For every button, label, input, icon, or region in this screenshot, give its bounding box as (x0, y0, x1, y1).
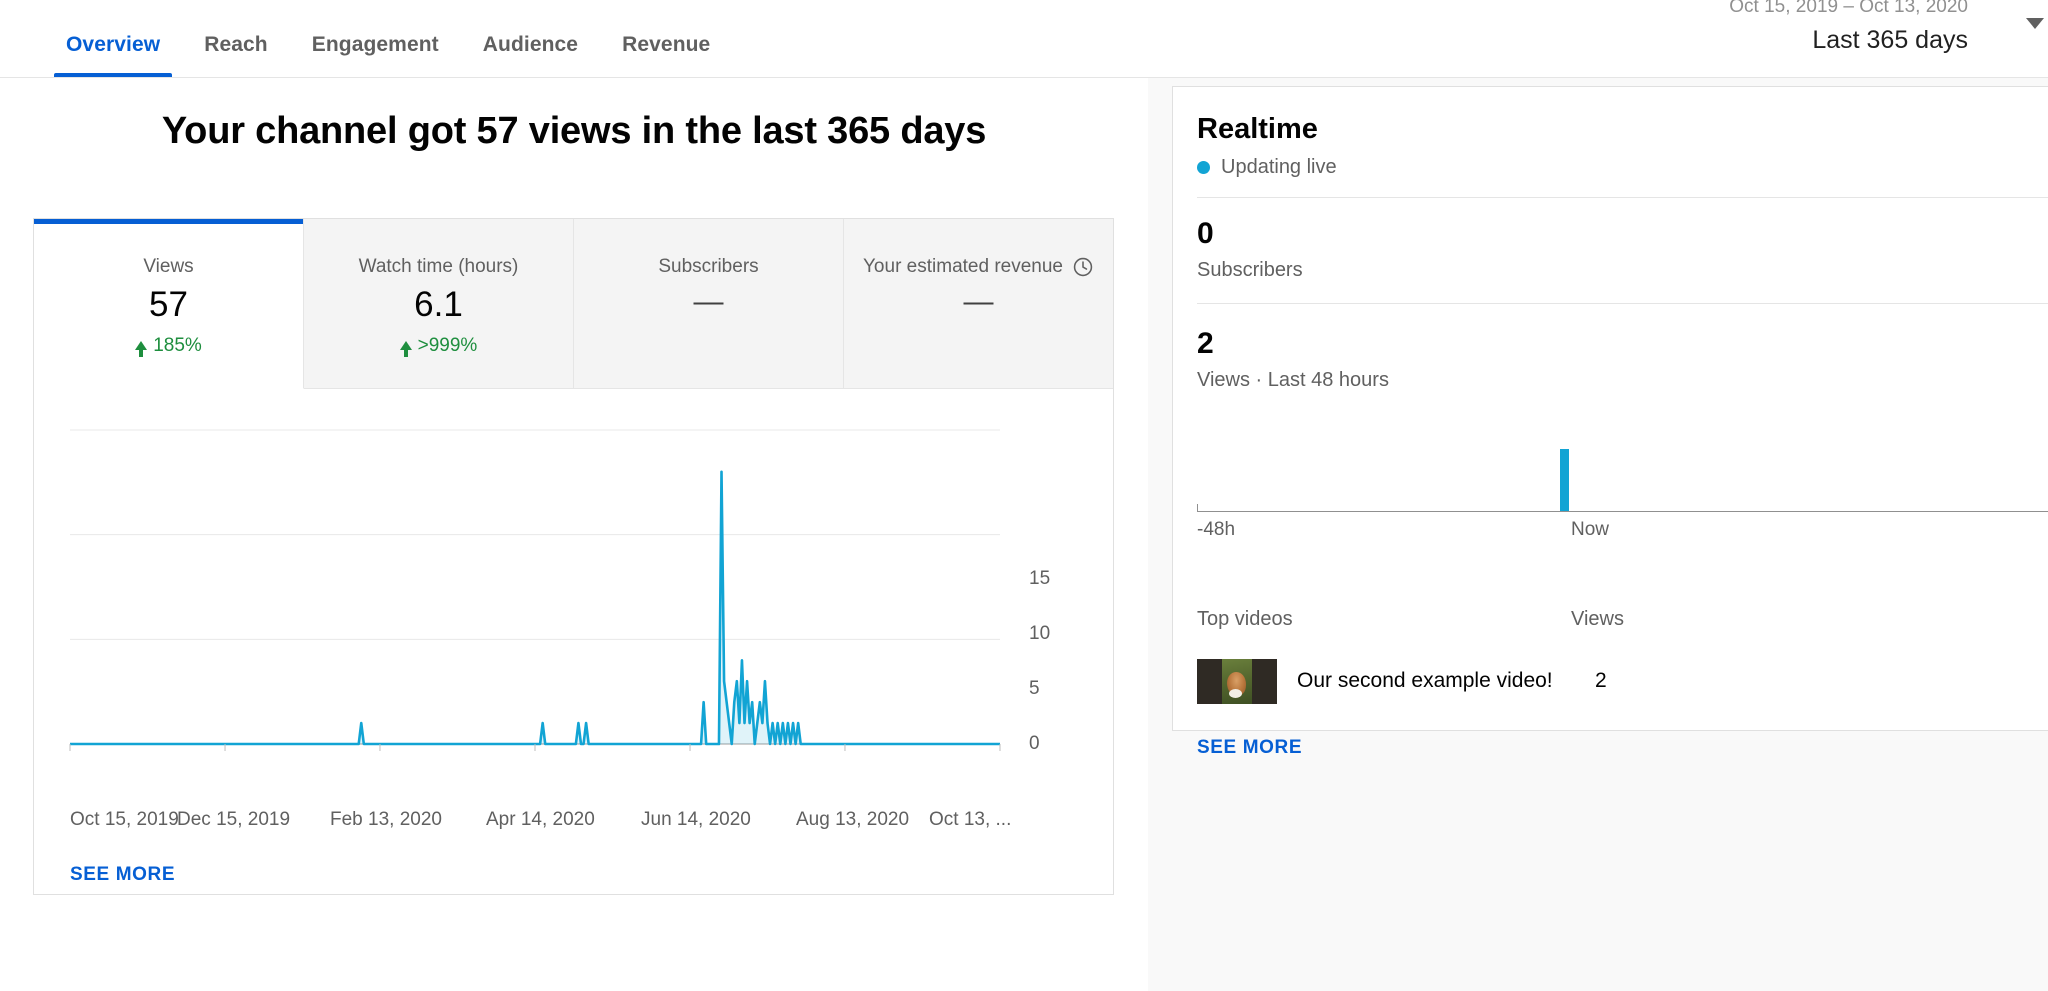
metric-subscribers-value: — (693, 285, 724, 318)
realtime-panel-background: Realtime Updating live 0 Subscribers 2 V… (1148, 78, 2048, 991)
tab-reach[interactable]: Reach (182, 33, 290, 77)
y-axis-label-5: 5 (1029, 678, 1040, 699)
realtime-subscribers-value: 0 (1197, 217, 1214, 250)
main-content: Your channel got 57 views in the last 36… (0, 78, 1148, 991)
metric-tab-views[interactable]: Views 57 185% (34, 219, 304, 389)
tab-reach-label: Reach (204, 33, 268, 56)
date-range-selector[interactable]: Oct 15, 2019 – Oct 13, 2020 Last 365 day… (1729, 0, 1968, 60)
sparkline-label-left: -48h (1197, 519, 1236, 540)
metric-subscribers-label: Subscribers (658, 256, 758, 278)
metric-watch-time-delta: >999% (399, 335, 478, 357)
metric-views-value: 57 (149, 285, 188, 324)
realtime-views-label: Views · Last 48 hours (1197, 369, 1389, 391)
realtime-live-status: Updating live (1197, 156, 1337, 179)
youtube-studio-analytics: Overview Reach Engagement Audience Reven… (0, 0, 2048, 991)
x-axis-label-1: Dec 15, 2019 (177, 809, 291, 830)
y-axis-label-10: 10 (1029, 623, 1051, 644)
chart-see-more-link[interactable]: SEE MORE (70, 864, 175, 886)
x-axis-label-0: Oct 15, 2019 (70, 809, 179, 830)
x-axis-label-5: Aug 13, 2020 (796, 809, 910, 830)
date-range-preset: Last 365 days (1812, 26, 1968, 54)
metric-watch-time-label-text: Watch time (hours) (358, 256, 519, 277)
realtime-subscribers-label: Subscribers (1197, 259, 1303, 281)
top-video-title: Our second example video! (1297, 669, 1553, 692)
tab-engagement-label: Engagement (311, 33, 439, 56)
top-video-views: 2 (1595, 669, 1607, 692)
divider (1197, 197, 2048, 198)
metric-tab-estimated-revenue[interactable]: Your estimated revenue — (844, 219, 1113, 389)
clock-icon (1072, 256, 1094, 278)
sparkline-bar (1560, 449, 1569, 511)
y-axis-label-0: 0 (1029, 733, 1040, 754)
overview-card: Views 57 185% Watch time (hours) 6.1 >99… (33, 218, 1114, 895)
realtime-sparkline-chart[interactable] (1197, 417, 2048, 512)
thumbnail-dog (1227, 671, 1246, 698)
tab-audience-label: Audience (482, 33, 579, 56)
header-right: Oct 15, 2019 – Oct 13, 2020 Last 365 day… (1148, 0, 2048, 78)
x-axis-label-4: Jun 14, 2020 (641, 809, 751, 830)
realtime-see-more-link[interactable]: SEE MORE (1197, 737, 1302, 759)
arrow-up-icon (399, 340, 412, 357)
metric-revenue-label-text: Your estimated revenue (863, 256, 1063, 277)
x-axis-label-2: Feb 13, 2020 (330, 809, 442, 830)
analytics-tab-bar: Overview Reach Engagement Audience Reven… (0, 0, 1148, 78)
metric-views-label-text: Views (143, 256, 194, 277)
realtime-views-value: 2 (1197, 327, 1214, 360)
top-video-list-item[interactable]: Our second example video! 2 (1197, 652, 2048, 710)
tab-revenue[interactable]: Revenue (600, 33, 732, 77)
arrow-up-icon (135, 340, 148, 357)
sparkline-tick (1197, 504, 1198, 512)
tab-revenue-label: Revenue (622, 33, 711, 56)
live-dot-icon (1197, 161, 1210, 174)
x-axis-label-3: Apr 14, 2020 (486, 809, 595, 830)
tab-overview[interactable]: Overview (44, 33, 182, 77)
top-videos-header: Top videos (1197, 608, 1293, 630)
views-column-header: Views (1571, 608, 1624, 630)
tab-overview-label: Overview (66, 33, 161, 56)
tab-audience[interactable]: Audience (461, 33, 600, 77)
metric-tab-watch-time[interactable]: Watch time (hours) 6.1 >999% (304, 219, 574, 389)
page-title: Your channel got 57 views in the last 36… (161, 110, 987, 152)
sparkline-label-right: Now (1571, 519, 1610, 540)
views-chart[interactable]: 15 10 5 0 Oct 15, 2019 Dec 15, 2019 Feb … (34, 389, 1113, 894)
metric-views-label: Views (143, 256, 193, 278)
date-range-text: Oct 15, 2019 – Oct 13, 2020 (1729, 0, 1968, 17)
realtime-title: Realtime (1197, 113, 1318, 145)
tab-engagement[interactable]: Engagement (290, 33, 461, 77)
x-axis-label-6: Oct 13, ... (929, 809, 1012, 830)
metric-revenue-label: Your estimated revenue (863, 256, 1094, 278)
metric-tab-subscribers[interactable]: Subscribers — (574, 219, 844, 389)
metric-watch-time-value: 6.1 (414, 285, 463, 324)
metric-tabs: Views 57 185% Watch time (hours) 6.1 >99… (34, 219, 1113, 389)
metric-views-delta-text: 185% (153, 335, 202, 356)
realtime-card: Realtime Updating live 0 Subscribers 2 V… (1172, 86, 2048, 758)
video-thumbnail (1197, 658, 1277, 704)
realtime-live-status-text: Updating live (1221, 156, 1337, 178)
metric-watch-time-delta-text: >999% (417, 335, 478, 356)
y-axis-label-15: 15 (1029, 568, 1051, 589)
metric-subscribers-label-text: Subscribers (658, 256, 759, 277)
metric-watch-time-label: Watch time (hours) (359, 256, 519, 278)
sparkline-axis (1197, 511, 2048, 512)
date-range-dropdown-button[interactable] (2022, 10, 2048, 36)
divider (1197, 303, 2048, 304)
metric-revenue-value: — (963, 285, 994, 318)
metric-views-delta: 185% (135, 335, 202, 357)
chevron-down-icon (2026, 17, 2044, 29)
